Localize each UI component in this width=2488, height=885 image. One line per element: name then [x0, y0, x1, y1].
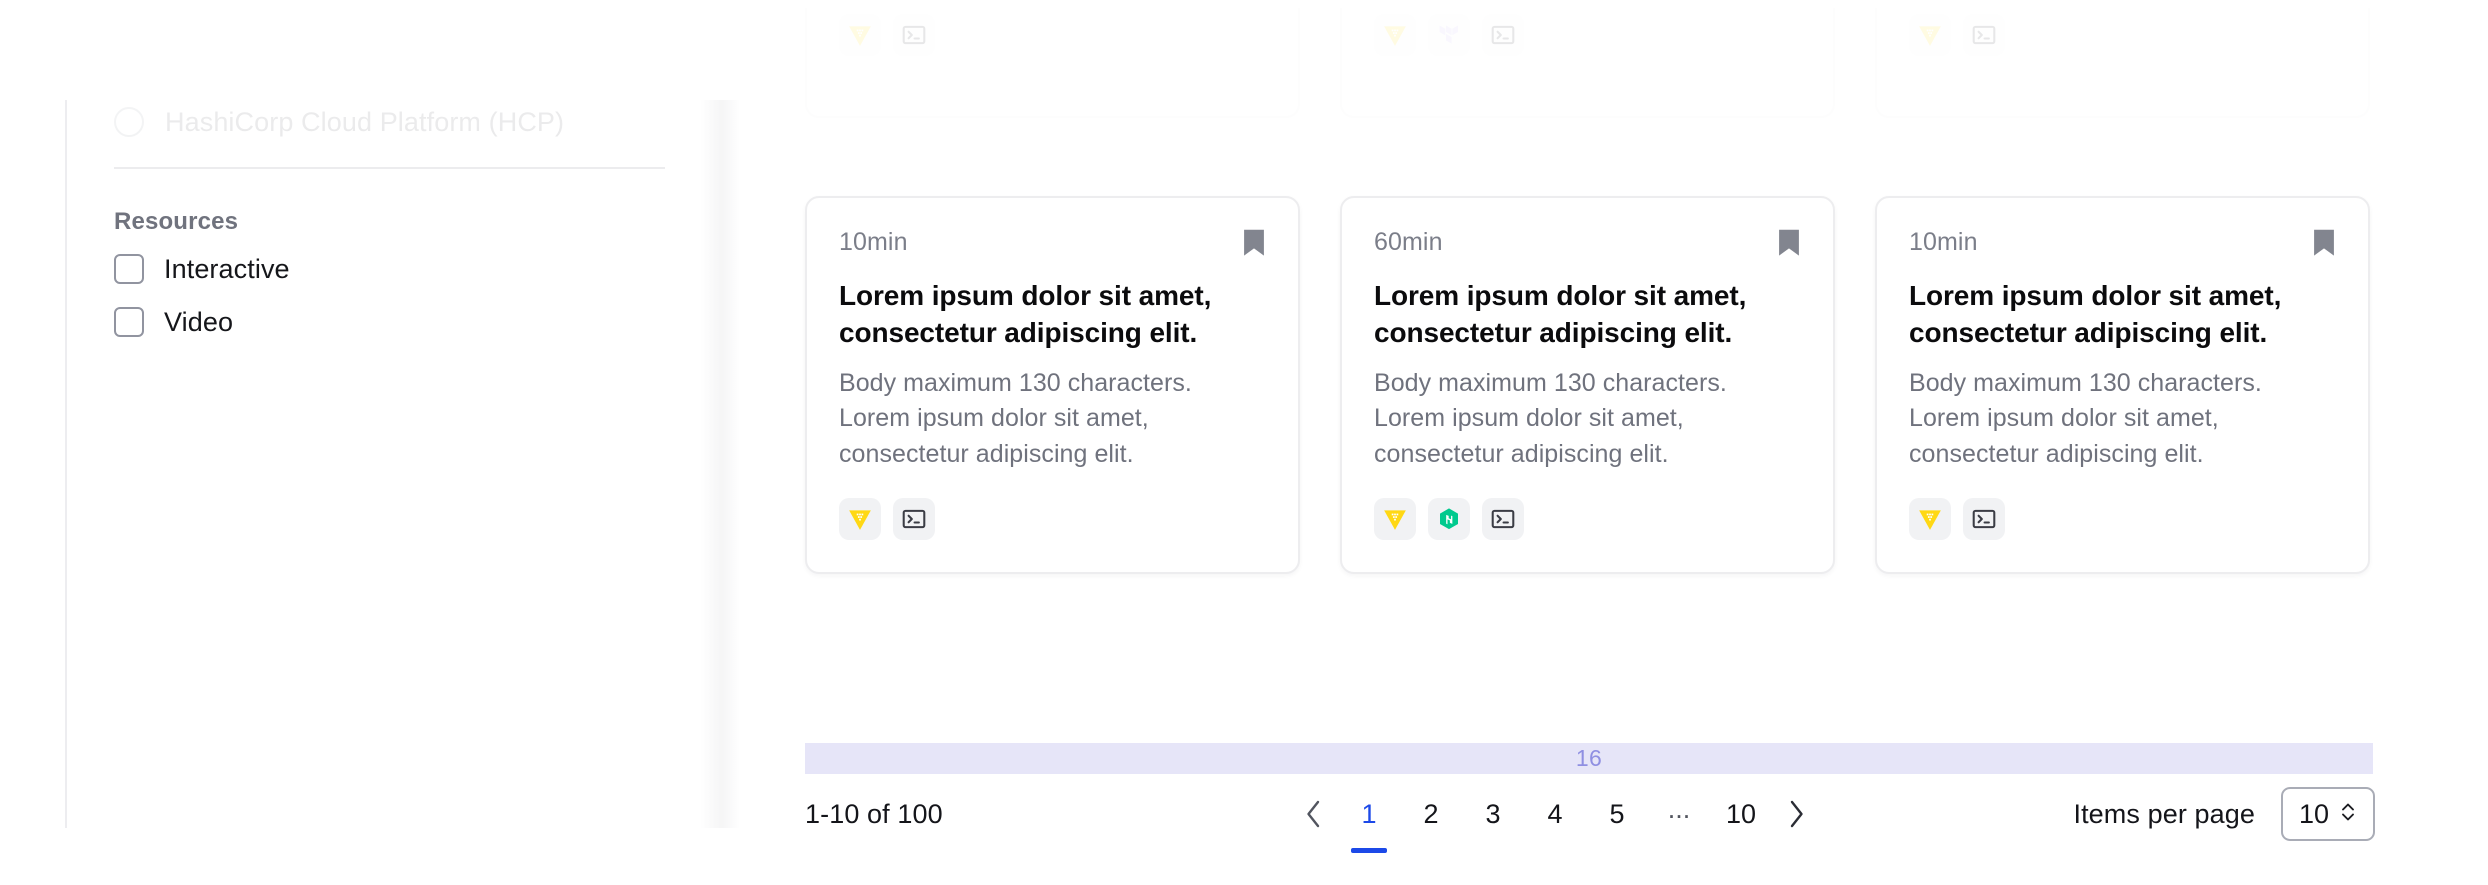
card-body: Body maximum 130 characters. Lorem ipsum… — [839, 368, 1192, 468]
resources-heading: Resources — [114, 208, 239, 235]
terminal-icon — [1963, 14, 2005, 56]
pagination-summary: 1-10 of 100 — [805, 798, 943, 829]
card-grid-row-clipped — [805, 8, 2375, 118]
sidebar-divider — [114, 167, 665, 169]
pagination-bar: 1-10 of 100 1 2 3 4 5 ... 10 Items per p… — [805, 774, 2375, 854]
badge-row — [1909, 14, 2336, 56]
items-per-page-select[interactable]: 10 — [2281, 787, 2375, 841]
tutorial-card[interactable]: 10min Lorem ipsum dolor sit amet, consec… — [1875, 196, 2370, 575]
tutorial-card[interactable]: 10min Lorem ipsum dolor sit amet, consec… — [805, 196, 1300, 575]
checkbox-icon[interactable] — [114, 307, 144, 337]
checkbox-icon[interactable] — [114, 254, 144, 284]
badge-row — [839, 14, 1266, 56]
badge-row — [1374, 14, 1801, 56]
pagination-page-1[interactable]: 1 — [1338, 786, 1400, 842]
terminal-icon — [893, 14, 935, 56]
vault-icon — [1909, 14, 1951, 56]
terminal-icon — [1482, 498, 1524, 541]
card-header: 10min — [1909, 228, 2336, 262]
terraform-icon — [1428, 14, 1470, 56]
pagination-page-last[interactable]: 10 — [1710, 786, 1772, 842]
tutorial-card[interactable] — [1340, 8, 1835, 118]
items-per-page-value: 10 — [2298, 798, 2330, 829]
spacing-annotation-label: 16 — [1575, 745, 1603, 771]
bookmark-icon[interactable] — [1777, 228, 1801, 258]
card-header: 10min — [839, 228, 1266, 262]
filter-sidebar: HashiCorp Cloud Platform (HCP) Resources… — [65, 100, 710, 828]
vault-icon — [839, 498, 881, 541]
filter-option-video-label: Video — [164, 306, 234, 337]
tutorial-card[interactable]: 60min Lorem ipsum dolor sit amet, consec… — [1340, 196, 1835, 575]
badge-row — [1909, 498, 2336, 541]
card-header: 60min — [1374, 228, 1801, 262]
pagination-page-5[interactable]: 5 — [1586, 786, 1648, 842]
chevron-updown-icon — [2339, 799, 2357, 830]
card-body: Body maximum 130 characters. Lorem ipsum… — [1374, 368, 1727, 468]
card-duration: 60min — [1374, 228, 1443, 256]
terminal-icon — [1963, 498, 2005, 541]
bookmark-icon[interactable] — [2312, 228, 2336, 258]
filter-option-hcp[interactable]: HashiCorp Cloud Platform (HCP) — [114, 100, 710, 144]
pagination-page-4[interactable]: 4 — [1524, 786, 1586, 842]
card-body: Body maximum 130 characters. Lorem ipsum… — [1909, 368, 2262, 468]
card-duration: 10min — [839, 228, 908, 256]
pagination-controls: 1 2 3 4 5 ... 10 — [1290, 774, 1820, 854]
filter-option-interactive[interactable]: Interactive — [114, 249, 710, 289]
pagination-ellipsis: ... — [1667, 793, 1691, 824]
terminal-icon — [1482, 14, 1524, 56]
card-title: Lorem ipsum dolor sit amet, consectetur … — [1909, 280, 2282, 348]
badge-row — [839, 498, 1266, 541]
badge-row — [1374, 498, 1801, 541]
terminal-icon — [893, 498, 935, 541]
chevron-right-icon[interactable] — [1772, 786, 1820, 842]
filter-option-video[interactable]: Video — [114, 302, 710, 342]
card-title: Lorem ipsum dolor sit amet, consectetur … — [1374, 280, 1747, 348]
card-grid-row-main: 10min Lorem ipsum dolor sit amet, consec… — [805, 196, 2375, 575]
bookmark-icon[interactable] — [1242, 228, 1266, 258]
app-window: HashiCorp Cloud Platform (HCP) Resources… — [10, 8, 2478, 877]
pagination-page-2[interactable]: 2 — [1400, 786, 1462, 842]
tutorial-card[interactable] — [805, 8, 1300, 118]
chevron-left-icon[interactable] — [1290, 786, 1338, 842]
filter-option-hcp-label: HashiCorp Cloud Platform (HCP) — [165, 106, 565, 137]
vault-icon — [1909, 498, 1951, 541]
card-duration: 10min — [1909, 228, 1978, 256]
vault-icon — [839, 14, 881, 56]
spacing-annotation-bar: 16 — [805, 743, 2373, 774]
radio-icon[interactable] — [114, 107, 144, 137]
items-per-page: Items per page 10 — [2073, 774, 2375, 854]
vault-icon — [1374, 498, 1416, 541]
pagination-page-3[interactable]: 3 — [1462, 786, 1524, 842]
items-per-page-label: Items per page — [2073, 798, 2255, 829]
vault-icon — [1374, 14, 1416, 56]
nomad-icon — [1428, 498, 1470, 541]
tutorial-card[interactable] — [1875, 8, 2370, 118]
card-title: Lorem ipsum dolor sit amet, consectetur … — [839, 280, 1212, 348]
filter-option-interactive-label: Interactive — [164, 253, 290, 284]
